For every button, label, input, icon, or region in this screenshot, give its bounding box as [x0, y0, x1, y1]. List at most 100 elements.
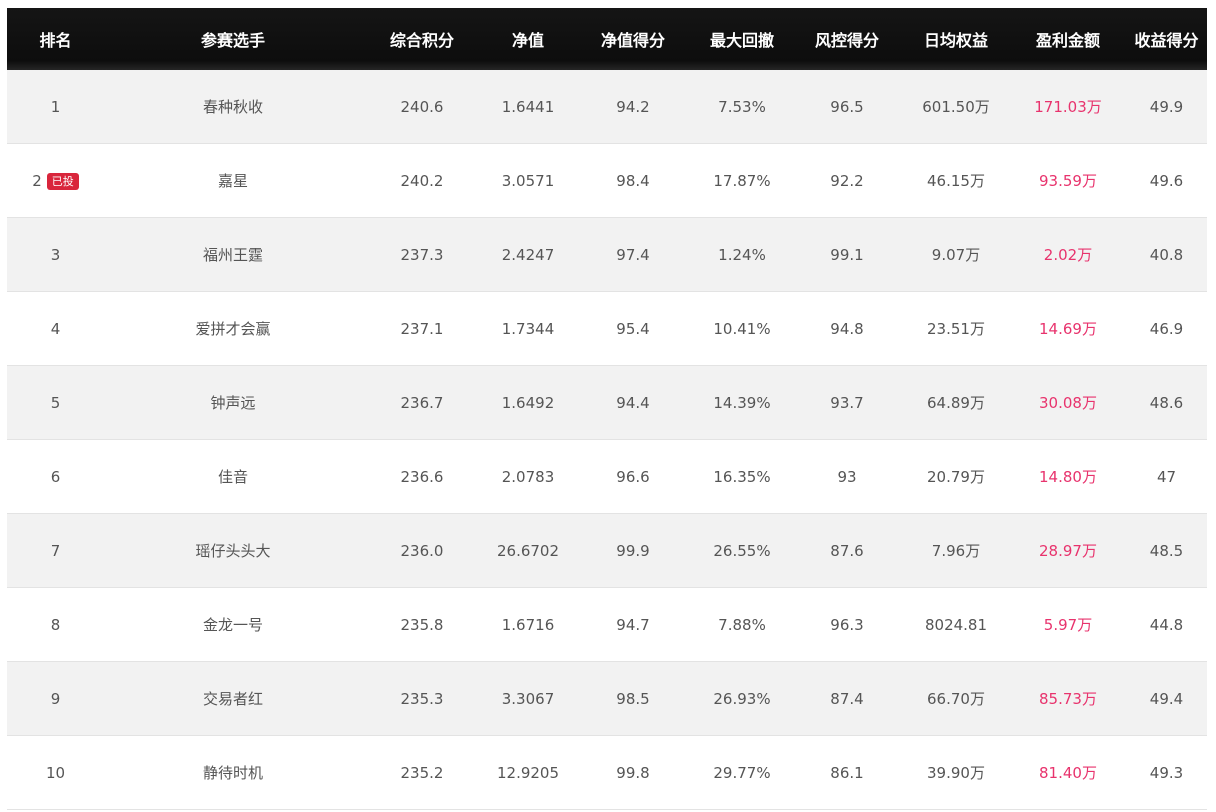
- player-name-cell: 爱拼才会赢: [104, 291, 362, 366]
- avg-equity-cell-text: 39.90万: [927, 764, 985, 782]
- total-score-cell: 240.2: [362, 143, 482, 218]
- return-score-cell: 49.3: [1126, 735, 1207, 810]
- nav-score-cell-text: 99.9: [616, 541, 650, 560]
- rank-cell: 2 已投: [7, 143, 104, 218]
- player-name-cell-text: 交易者红: [202, 690, 263, 708]
- header-total-score: 综合积分: [362, 8, 482, 70]
- risk-score-cell-text: 94.8: [830, 319, 864, 338]
- player-name-cell: 钟声远: [104, 365, 362, 440]
- nav-score-cell-text: 94.4: [616, 393, 650, 412]
- profit-cell-text: 171.03万: [1034, 98, 1102, 116]
- nav-cell-text: 1.6492: [501, 393, 555, 412]
- player-name-cell-text: 钟声远: [210, 394, 256, 412]
- total-score-cell-text: 240.2: [400, 171, 444, 190]
- avg-equity-cell: 9.07万: [902, 217, 1010, 292]
- avg-equity-cell-text: 66.70万: [927, 690, 985, 708]
- nav-score-cell-text: 99.8: [616, 763, 650, 782]
- max-drawdown-cell-text: 14.39%: [713, 393, 771, 412]
- table-row: 6 佳音 236.6 2.0783 96.6 16.35% 93 20.79万 14.80万 47: [7, 439, 1207, 514]
- total-score-cell-text: 236.6: [400, 467, 444, 486]
- table-row: 5 钟声远 236.7 1.6492 94.4 14.39% 93.7 64.89万 30.08…: [7, 365, 1207, 440]
- return-score-cell-text: 48.5: [1149, 541, 1184, 560]
- avg-equity-cell: 66.70万: [902, 661, 1010, 736]
- return-score-cell: 40.8: [1126, 217, 1207, 292]
- avg-equity-cell-text: 46.15万: [927, 172, 985, 190]
- total-score-cell: 235.2: [362, 735, 482, 810]
- total-score-cell-text: 236.7: [400, 393, 444, 412]
- header-rank: 排名: [7, 8, 104, 70]
- rank-cell: 1: [7, 70, 104, 144]
- nav-cell: 1.6441: [482, 70, 574, 144]
- risk-score-cell-text: 96.5: [830, 97, 864, 116]
- risk-score-cell-text: 92.2: [830, 171, 864, 190]
- risk-score-cell: 94.8: [792, 291, 902, 366]
- rank-cell: 10: [7, 735, 104, 810]
- avg-equity-cell: 7.96万: [902, 513, 1010, 588]
- profit-cell: 171.03万: [1010, 70, 1126, 144]
- total-score-cell: 235.3: [362, 661, 482, 736]
- return-score-cell: 49.4: [1126, 661, 1207, 736]
- profit-cell-text: 2.02万: [1043, 246, 1093, 264]
- nav-cell: 2.4247: [482, 217, 574, 292]
- profit-cell-text: 93.59万: [1039, 172, 1097, 190]
- profit-cell: 2.02万: [1010, 217, 1126, 292]
- nav-cell: 26.6702: [482, 513, 574, 588]
- profit-cell: 5.97万: [1010, 587, 1126, 662]
- avg-equity-cell: 8024.81: [902, 587, 1010, 662]
- profit-cell-text: 28.97万: [1039, 542, 1097, 560]
- rank-cell-text: 4: [50, 319, 61, 338]
- avg-equity-cell: 64.89万: [902, 365, 1010, 440]
- risk-score-cell: 96.5: [792, 70, 902, 144]
- risk-score-cell: 93.7: [792, 365, 902, 440]
- total-score-cell: 236.6: [362, 439, 482, 514]
- rank-cell: 3: [7, 217, 104, 292]
- nav-cell-text: 12.9205: [496, 763, 560, 782]
- total-score-cell-text: 240.6: [400, 97, 444, 116]
- player-name-cell: 交易者红: [104, 661, 362, 736]
- nav-cell: 12.9205: [482, 735, 574, 810]
- rank-cell: 7: [7, 513, 104, 588]
- rank-cell-text: 3: [50, 245, 61, 264]
- rank-cell-text: 1: [50, 97, 61, 116]
- total-score-cell: 235.8: [362, 587, 482, 662]
- header-row: 排名 参赛选手 综合积分 净值 净值得分 最大回撤 风控得分 日均权益 盈利金额…: [7, 8, 1207, 70]
- nav-score-cell-text: 98.4: [616, 171, 650, 190]
- nav-score-cell: 94.4: [574, 365, 692, 440]
- rank-cell: 9: [7, 661, 104, 736]
- total-score-cell-text: 236.0: [400, 541, 444, 560]
- table-row: 8 金龙一号 235.8 1.6716 94.7 7.88% 96.3 8024.81 5.97…: [7, 587, 1207, 662]
- avg-equity-cell: 46.15万: [902, 143, 1010, 218]
- max-drawdown-cell-text: 29.77%: [713, 763, 771, 782]
- risk-score-cell-text: 86.1: [830, 763, 864, 782]
- return-score-cell-text: 49.4: [1149, 689, 1184, 708]
- nav-cell-text: 2.0783: [501, 467, 555, 486]
- return-score-cell: 49.6: [1126, 143, 1207, 218]
- profit-cell-text: 5.97万: [1043, 616, 1093, 634]
- max-drawdown-cell: 29.77%: [692, 735, 792, 810]
- risk-score-cell: 87.4: [792, 661, 902, 736]
- risk-score-cell: 86.1: [792, 735, 902, 810]
- nav-score-cell-text: 95.4: [616, 319, 650, 338]
- nav-score-cell: 94.2: [574, 70, 692, 144]
- nav-score-cell: 97.4: [574, 217, 692, 292]
- rank-cell-text: 2: [32, 171, 42, 190]
- nav-cell-text: 1.6441: [501, 97, 555, 116]
- nav-cell-text: 1.7344: [501, 319, 555, 338]
- nav-cell: 1.7344: [482, 291, 574, 366]
- rank-cell: 8: [7, 587, 104, 662]
- ranking-table-container: 排名 参赛选手 综合积分 净值 净值得分 最大回撤 风控得分 日均权益 盈利金额…: [7, 8, 1207, 810]
- return-score-cell: 44.8: [1126, 587, 1207, 662]
- max-drawdown-cell: 7.88%: [692, 587, 792, 662]
- total-score-cell-text: 237.3: [400, 245, 444, 264]
- profit-cell: 14.69万: [1010, 291, 1126, 366]
- risk-score-cell: 96.3: [792, 587, 902, 662]
- profit-cell-text: 81.40万: [1039, 764, 1097, 782]
- rank-cell: 6: [7, 439, 104, 514]
- nav-score-cell: 95.4: [574, 291, 692, 366]
- avg-equity-cell: 601.50万: [902, 70, 1010, 144]
- nav-score-cell: 94.7: [574, 587, 692, 662]
- profit-cell-text: 14.69万: [1039, 320, 1097, 338]
- risk-score-cell-text: 99.1: [830, 245, 864, 264]
- return-score-cell-text: 46.9: [1149, 319, 1184, 338]
- rank-cell-text: 10: [45, 763, 66, 782]
